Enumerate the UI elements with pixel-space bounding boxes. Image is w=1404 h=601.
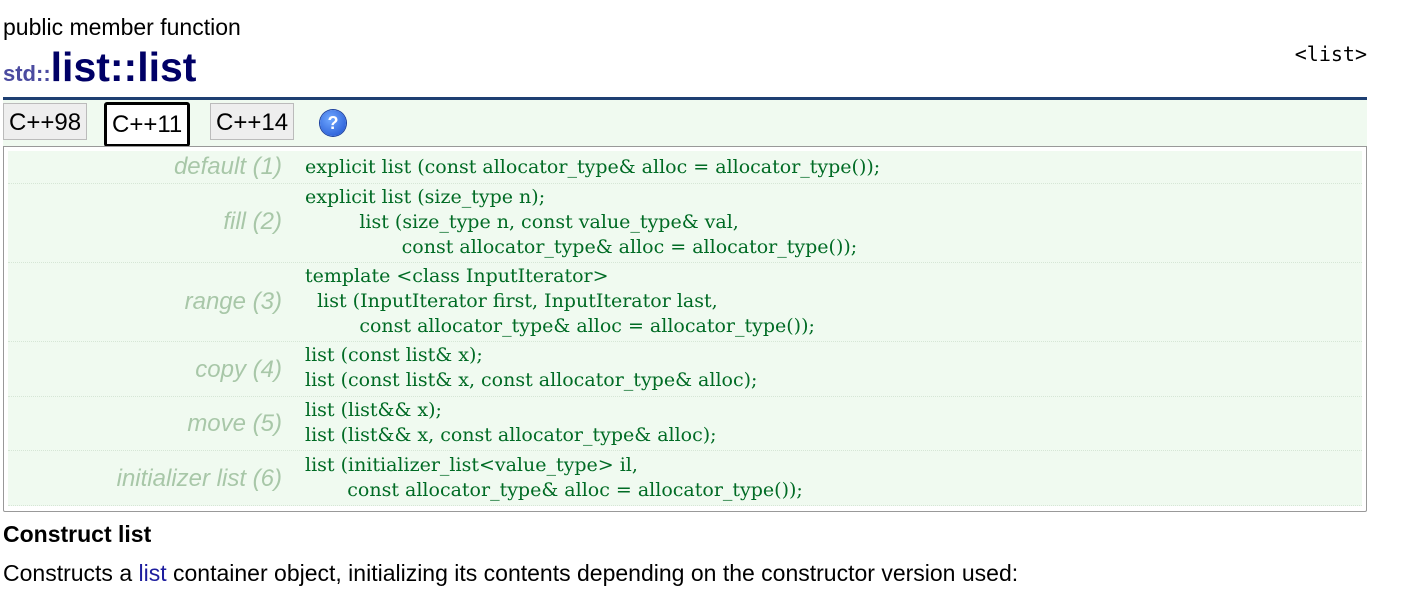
prototype-code: list (list&& x); list (list&& x, const a… xyxy=(305,399,717,446)
list-link[interactable]: list xyxy=(139,560,167,586)
function-kind: public member function xyxy=(3,14,241,40)
prototype-row-move: move (5) list (list&& x); list (list&& x… xyxy=(8,397,1362,451)
prototype-label: copy (4) xyxy=(195,356,282,383)
prototype-code: list (initializer_list<value_type> il, c… xyxy=(305,454,803,501)
prototype-row-range: range (3) template <class InputIterator>… xyxy=(8,263,1362,342)
header-link[interactable]: <list> xyxy=(1295,42,1367,66)
title-name: list::list xyxy=(50,44,197,90)
prototype-label: default (1) xyxy=(173,153,282,180)
description-text: Constructs a list container object, init… xyxy=(3,560,1018,587)
title-namespace: std:: xyxy=(3,61,51,86)
prototype-code: template <class InputIterator> list (Inp… xyxy=(305,265,815,337)
section-heading: Construct list xyxy=(3,521,152,547)
tab-cpp98[interactable]: C++98 xyxy=(3,103,88,140)
prototype-label: initializer list (6) xyxy=(116,465,282,492)
prototype-table: default (1) explicit list (const allocat… xyxy=(3,146,1367,512)
prototype-row-default: default (1) explicit list (const allocat… xyxy=(8,151,1362,184)
prototype-code: explicit list (const allocator_type& all… xyxy=(305,156,881,178)
prototype-label: fill (2) xyxy=(223,208,282,235)
description-before: Constructs a xyxy=(3,560,139,586)
tab-cpp14[interactable]: C++14 xyxy=(210,103,295,140)
prototype-row-initializer-list: initializer list (6) list (initializer_l… xyxy=(8,451,1362,506)
prototype-code: list (const list& x); list (const list& … xyxy=(305,344,758,391)
prototype-label: move (5) xyxy=(187,410,282,437)
prototype-label: range (3) xyxy=(184,288,282,315)
question-icon[interactable]: ? xyxy=(320,110,346,136)
version-tab-bar: C++98 C++11 C++14 ? xyxy=(3,100,1367,147)
page-title: std::list::list xyxy=(3,44,196,94)
prototype-code: explicit list (size_type n); list (size_… xyxy=(305,186,858,258)
description-after: container object, initializing its conte… xyxy=(166,560,1019,586)
prototype-row-fill: fill (2) explicit list (size_type n); li… xyxy=(8,184,1362,263)
prototype-row-copy: copy (4) list (const list& x); list (con… xyxy=(8,342,1362,397)
tab-cpp11[interactable]: C++11 xyxy=(104,102,191,147)
